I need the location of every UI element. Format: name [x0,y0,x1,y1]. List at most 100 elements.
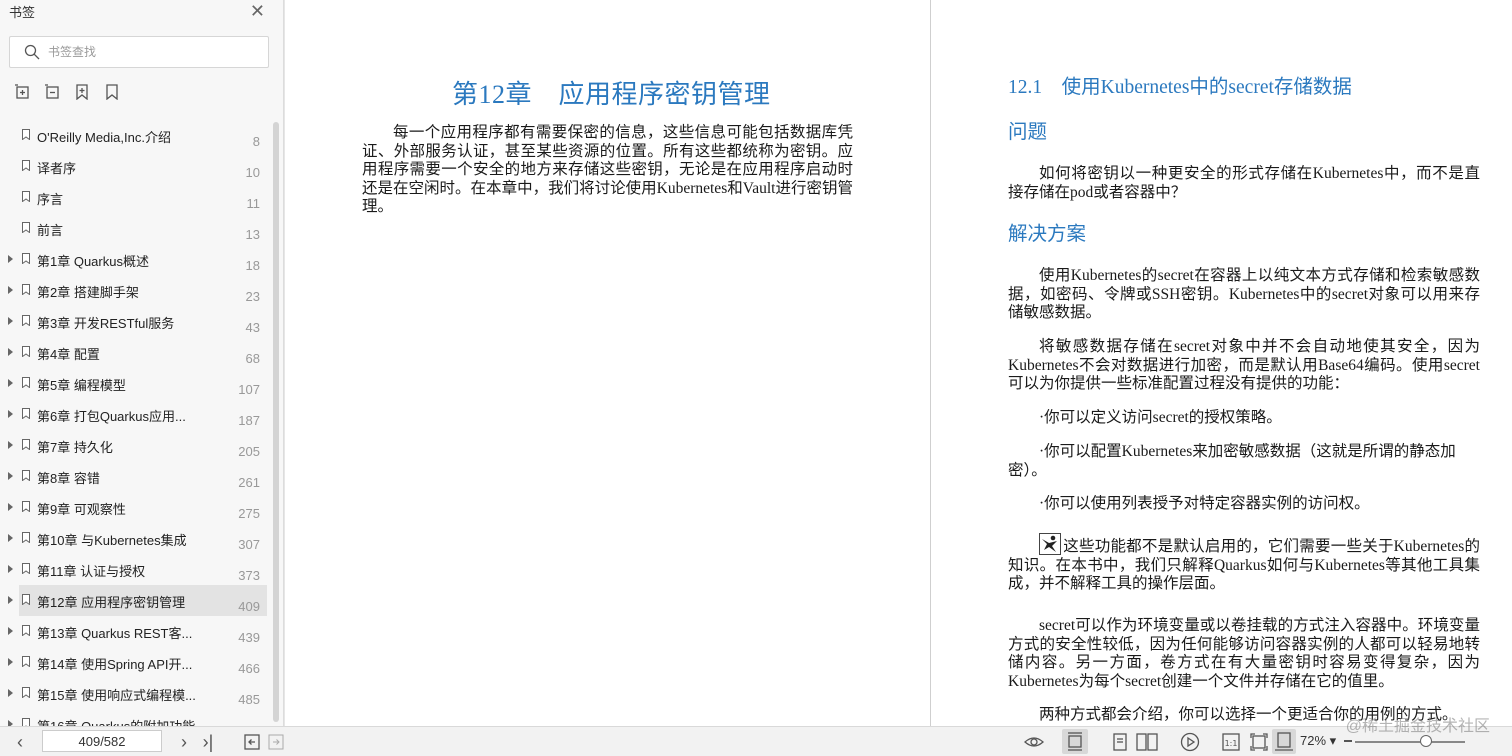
bookmark-item[interactable]: 第9章 可观察性 275 [0,492,272,523]
fit-width-icon[interactable] [1272,729,1296,754]
bookmark-item[interactable]: O'Reilly Media,Inc.介绍 8 [0,120,272,151]
collapse-all-icon[interactable] [44,84,60,100]
bookmark-icon [22,718,30,726]
chapter-intro: 每一个应用程序都有需要保密的信息，这些信息可能包括数据库凭证、外部服务认证，甚至… [362,124,853,215]
bookmark-page-number: 307 [238,537,260,552]
bookmark-item[interactable]: 序言 11 [0,182,272,213]
bookmark-label: 第4章 配置 [37,347,100,362]
bookmark-item[interactable]: 第4章 配置 68 [0,337,272,368]
bookmark-item[interactable]: 第15章 使用响应式编程模... 485 [0,678,272,709]
add-bookmark-icon[interactable] [74,84,90,100]
bookmark-item[interactable]: 第14章 使用Spring API开... 466 [0,647,272,678]
bookmark-item[interactable]: 第12章 应用程序密钥管理 409 [8,585,267,616]
expand-arrow-icon[interactable] [8,441,13,449]
bookmark-search-box[interactable] [9,36,269,68]
expand-arrow-icon[interactable] [8,565,13,573]
zoom-out-icon[interactable] [1344,740,1352,742]
svg-text:1:1: 1:1 [1225,739,1238,748]
expand-arrow-icon[interactable] [8,348,13,356]
zoom-dropdown[interactable]: 72% ▾ [1300,733,1336,749]
forward-icon[interactable] [268,734,284,750]
expand-arrow-icon[interactable] [8,379,13,387]
single-page-view-icon[interactable] [1062,729,1088,754]
bookmark-icon[interactable] [104,84,120,100]
bookmark-item[interactable]: 第16章 Quarkus的附加功能 [0,709,272,726]
bookmark-icon [22,501,30,512]
fit-page-icon[interactable] [1250,733,1268,751]
bookmark-item[interactable]: 第3章 开发RESTful服务 43 [0,306,272,337]
bookmark-icon [22,687,30,698]
play-icon[interactable] [1180,732,1200,752]
bookmark-icon [22,594,30,605]
actual-size-icon[interactable]: 1:1 [1222,733,1240,751]
problem-text: 如何将密钥以一种更安全的形式存储在Kubernetes中，而不是直接存储在pod… [1008,165,1480,201]
zoom-slider-track[interactable] [1355,741,1465,743]
bookmark-item[interactable]: 第8章 容错 261 [0,461,272,492]
bookmark-item[interactable]: 第13章 Quarkus REST客... 439 [0,616,272,647]
bookmark-page-number: 205 [238,444,260,459]
expand-arrow-icon[interactable] [8,255,13,263]
expand-arrow-icon[interactable] [8,596,13,604]
expand-arrow-icon[interactable] [8,286,13,294]
bookmark-label: 第1章 Quarkus概述 [37,254,149,269]
bookmark-page-number: 68 [245,351,260,366]
bookmark-item[interactable]: 第2章 搭建脚手架 23 [0,275,272,306]
expand-arrow-icon[interactable] [8,472,13,480]
bookmark-page-number: 18 [245,258,260,273]
expand-all-icon[interactable] [14,84,30,100]
bookmark-icon [22,129,30,140]
expand-arrow-icon[interactable] [8,689,13,697]
bookmark-label: 第9章 可观察性 [37,502,126,517]
bookmark-label: 第16章 Quarkus的附加功能 [37,716,195,726]
bookmark-page-number: 10 [245,165,260,180]
document-icon[interactable] [1112,733,1128,751]
next-page-icon[interactable]: › [174,727,194,756]
back-icon[interactable] [244,734,260,750]
bookmark-search-input[interactable] [48,45,248,59]
document-view: 第12章 应用程序密钥管理 每一个应用程序都有需要保密的信息，这些信息可能包括数… [285,0,1512,726]
bookmark-page-number: 466 [238,661,260,676]
expand-arrow-icon[interactable] [8,317,13,325]
bookmark-item[interactable]: 第11章 认证与授权 373 [0,554,272,585]
prev-page-icon[interactable]: ‹ [10,727,30,756]
page-number-input[interactable] [42,730,162,752]
eye-protection-icon[interactable] [1024,733,1044,751]
bookmark-label: 译者序 [37,161,77,176]
bookmark-scrollbar[interactable] [273,122,279,722]
expand-arrow-icon[interactable] [8,658,13,666]
close-icon[interactable]: ✕ [250,2,265,20]
bookmark-icon [22,532,30,543]
bookmark-item[interactable]: 第1章 Quarkus概述 18 [0,244,272,275]
bookmark-label: 第7章 持久化 [37,440,113,455]
bookmark-item[interactable]: 第7章 持久化 205 [0,430,272,461]
note-text: 这些功能都不是默认启用的，它们需要一些关于Kubernetes的知识。在本书中，… [1008,538,1480,592]
bookmark-panel-header: 书签 ✕ [0,0,283,22]
bookmark-item[interactable]: 第6章 打包Quarkus应用... 187 [0,399,272,430]
two-page-view-icon[interactable] [1136,733,1158,751]
bookmark-page-number: 11 [246,196,261,211]
bookmark-item[interactable]: 第5章 编程模型 107 [0,368,272,399]
bookmark-item[interactable]: 前言 13 [0,213,272,244]
bookmark-icon [22,439,30,450]
bookmark-icon [22,470,30,481]
bookmark-list: O'Reilly Media,Inc.介绍 8 译者序 10 序言 11 前言 13 第1章 Q… [0,120,272,726]
expand-arrow-icon[interactable] [8,534,13,542]
bookmark-item[interactable]: 译者序 10 [0,151,272,182]
bookmark-icon [22,315,30,326]
bookmark-page-number: 373 [238,568,260,583]
bookmark-label: 序言 [37,192,64,207]
expand-arrow-icon[interactable] [8,627,13,635]
pdf-reader-window: 书签 ✕ O'Reilly Media,Inc.介绍 8 译者序 10 序言 11 前言 13… [0,0,1512,756]
bookmark-label: 第10章 与Kubernetes集成 [37,533,187,548]
zoom-slider-handle[interactable] [1420,735,1432,747]
bookmark-item[interactable]: 第10章 与Kubernetes集成 307 [0,523,272,554]
bookmark-label: 前言 [37,223,64,238]
last-page-icon[interactable]: ›| [198,727,218,756]
bookmark-label: 第14章 使用Spring API开... [37,657,193,672]
expand-arrow-icon[interactable] [8,503,13,511]
bookmark-label: 第15章 使用响应式编程模... [37,688,196,703]
bookmark-page-number: 8 [252,134,260,149]
expand-arrow-icon[interactable] [8,410,13,418]
bookmark-page-number: 107 [238,382,260,397]
bookmark-page-number: 409 [238,599,260,614]
